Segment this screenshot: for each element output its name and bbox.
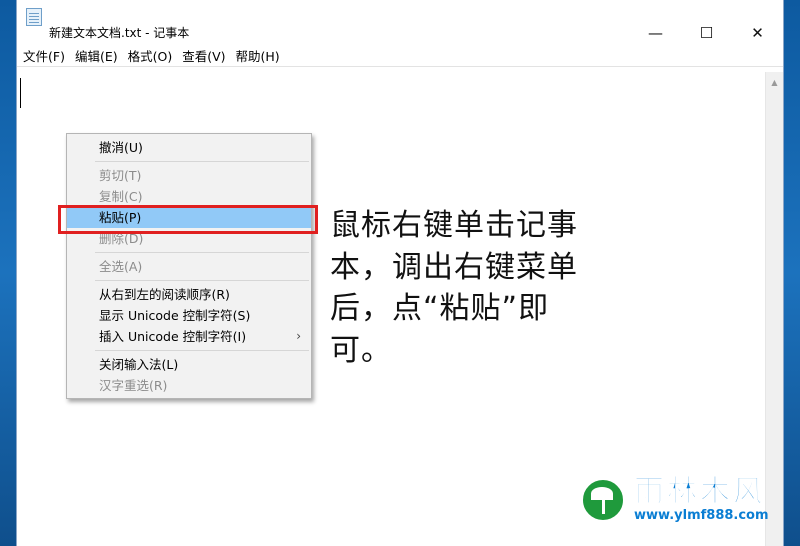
- context-menu: 撤消(U) 剪切(T) 复制(C) 粘贴(P) 删除(D) 全选(A) 从右到左…: [66, 133, 312, 399]
- ctx-insert-unicode-control[interactable]: 插入 Unicode 控制字符(I) ›: [67, 326, 311, 347]
- ctx-rtl-reading-order[interactable]: 从右到左的阅读顺序(R): [67, 284, 311, 305]
- watermark-url: www.ylmf888.com: [634, 508, 769, 523]
- ctx-insert-unicode-label: 插入 Unicode 控制字符(I): [99, 329, 247, 344]
- minimize-button[interactable]: —: [630, 18, 681, 48]
- ctx-copy[interactable]: 复制(C): [67, 186, 311, 207]
- menu-edit[interactable]: 编辑(E): [72, 46, 125, 65]
- menu-help[interactable]: 帮助(H): [233, 46, 287, 65]
- maximize-button[interactable]: ☐: [681, 18, 732, 48]
- close-button[interactable]: ✕: [732, 18, 783, 48]
- menu-file[interactable]: 文件(F): [20, 46, 72, 65]
- notepad-icon[interactable]: [26, 8, 42, 26]
- submenu-arrow-icon: ›: [296, 329, 301, 343]
- menu-separator: [95, 350, 309, 351]
- text-caret: [20, 78, 21, 108]
- vertical-scrollbar[interactable]: ▲: [765, 72, 783, 546]
- watermark: 雨林木风 www.ylmf888.com: [580, 474, 769, 524]
- ctx-show-unicode-control[interactable]: 显示 Unicode 控制字符(S): [67, 305, 311, 326]
- ctx-undo[interactable]: 撤消(U): [67, 137, 311, 158]
- ctx-close-ime[interactable]: 关闭输入法(L): [67, 354, 311, 375]
- umbrella-logo-icon: [580, 477, 626, 523]
- desktop-background-left: [0, 0, 16, 546]
- menu-view[interactable]: 查看(V): [179, 46, 232, 65]
- menu-separator: [95, 161, 309, 162]
- menu-separator: [95, 252, 309, 253]
- scroll-up-arrow-icon[interactable]: ▲: [766, 78, 783, 87]
- menu-separator: [95, 280, 309, 281]
- desktop-background-right: [784, 0, 800, 546]
- watermark-name: 雨林木风: [634, 474, 766, 509]
- window-controls: — ☐ ✕: [630, 18, 783, 48]
- ctx-cut[interactable]: 剪切(T): [67, 165, 311, 186]
- menu-format[interactable]: 格式(O): [125, 46, 180, 65]
- ctx-reconversion[interactable]: 汉字重选(R): [67, 375, 311, 396]
- title-bar[interactable]: 新建文本文档.txt - 记事本 — ☐ ✕: [17, 0, 783, 44]
- ctx-select-all[interactable]: 全选(A): [67, 256, 311, 277]
- instruction-text: 鼠标右键单击记事本，调出右键菜单后，点“粘贴”即可。: [330, 208, 578, 368]
- watermark-text: 雨林木风 www.ylmf888.com: [634, 474, 769, 524]
- window-title: 新建文本文档.txt - 记事本: [49, 26, 190, 40]
- paste-highlight-annotation: [58, 205, 318, 234]
